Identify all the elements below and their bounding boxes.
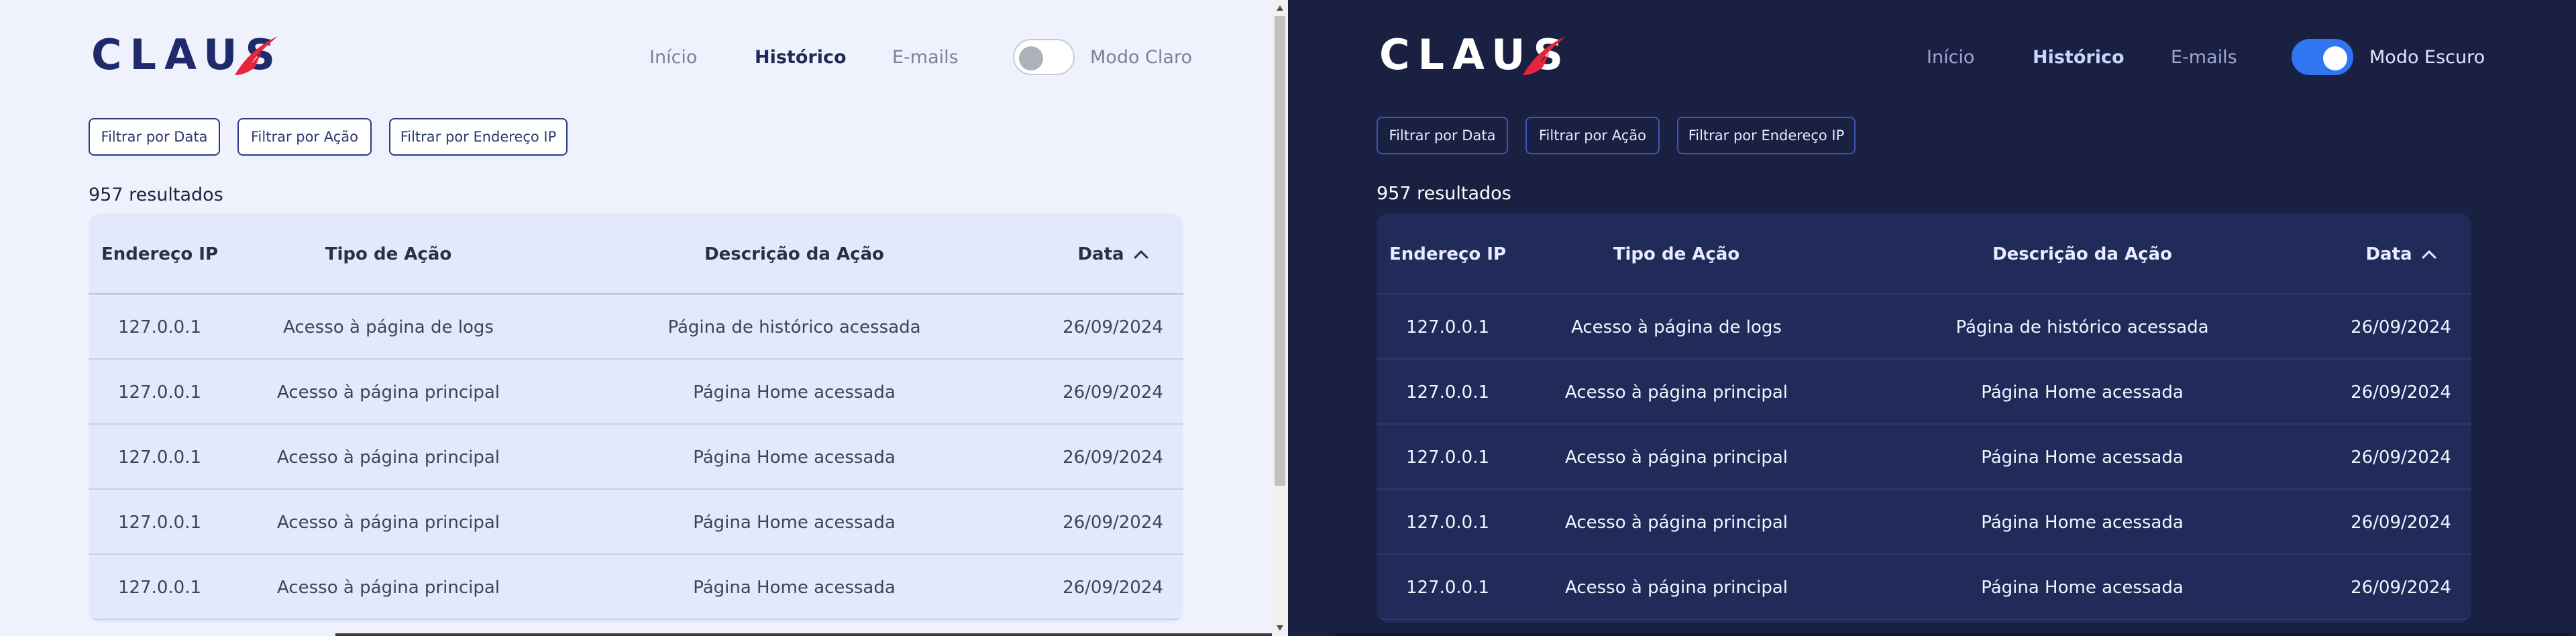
- cell-ip: 127.0.0.1: [1405, 317, 1490, 337]
- cell-tipo: Acesso à página principal: [1565, 382, 1788, 403]
- cell-tipo: Acesso à página principal: [1565, 512, 1788, 533]
- header-ip[interactable]: Endereço IP: [89, 213, 231, 295]
- cell-tipo: Acesso à página principal: [277, 577, 500, 598]
- nav-inicio[interactable]: Início: [649, 44, 697, 71]
- cell-ip: 127.0.0.1: [117, 447, 202, 468]
- cell-ip: 127.0.0.1: [1405, 512, 1490, 533]
- header-desc[interactable]: Descrição da Ação: [546, 213, 1042, 295]
- cell-data: 26/09/2024: [2351, 382, 2451, 403]
- nav-inicio[interactable]: Início: [1927, 44, 1974, 71]
- table-header: Endereço IP Tipo de Ação Descrição da Aç…: [1377, 213, 2471, 295]
- scroll-up-icon[interactable]: [1275, 3, 1285, 13]
- cell-data: 26/09/2024: [2351, 577, 2451, 598]
- history-table: Endereço IP Tipo de Ação Descrição da Aç…: [1377, 213, 2471, 623]
- cell-desc: Página Home acessada: [1981, 447, 2184, 468]
- cell-tipo: Acesso à página principal: [277, 512, 500, 533]
- cell-tipo: Acesso à página de logs: [283, 317, 494, 337]
- table-row: 127.0.0.1 Acesso à página principal Página…: [1377, 555, 2471, 620]
- header-tipo[interactable]: Tipo de Ação: [1519, 213, 1834, 295]
- table-row: 127.0.0.1 Acesso à página principal Página…: [1377, 425, 2471, 490]
- theme-toggle[interactable]: [1013, 39, 1075, 75]
- cell-data: 26/09/2024: [2351, 447, 2451, 468]
- window-edge: [2569, 0, 2576, 636]
- cell-ip: 127.0.0.1: [1405, 382, 1490, 403]
- filter-by-ip-button[interactable]: Filtrar por Endereço IP: [389, 118, 568, 156]
- cell-desc: Página Home acessada: [693, 512, 896, 533]
- history-table: Endereço IP Tipo de Ação Descrição da Aç…: [89, 213, 1183, 623]
- results-count: 957 resultados: [1377, 183, 1511, 204]
- claus-logo[interactable]: CLAUS: [91, 30, 279, 81]
- header-ip[interactable]: Endereço IP: [1377, 213, 1519, 295]
- table-row: 127.0.0.1 Acesso à página de logs Página d…: [1377, 295, 2471, 360]
- scrollbar-thumb[interactable]: [1275, 16, 1285, 486]
- claus-logo[interactable]: CLAUS: [1379, 30, 1567, 81]
- horizontal-scrollbar[interactable]: [1335, 633, 2576, 636]
- theme-toggle-label: Modo Escuro: [2369, 47, 2485, 68]
- light-mode-panel: CLAUS Início Histórico E-mails Modo Clar…: [0, 0, 1288, 636]
- header-data[interactable]: Data: [2330, 213, 2471, 295]
- cell-ip: 127.0.0.1: [117, 382, 202, 403]
- results-count: 957 resultados: [89, 184, 223, 205]
- filter-by-date-button[interactable]: Filtrar por Data: [89, 118, 220, 156]
- toggle-knob: [2323, 46, 2347, 70]
- cell-tipo: Acesso à página principal: [1565, 447, 1788, 468]
- table-row: 127.0.0.1 Acesso à página principal Página…: [89, 360, 1183, 425]
- cell-desc: Página Home acessada: [693, 382, 896, 403]
- table-row: 127.0.0.1 Acesso à página principal Página…: [1377, 360, 2471, 425]
- table-row: 127.0.0.1 Acesso à página principal Página…: [89, 490, 1183, 555]
- table-row: 127.0.0.1 Acesso à página principal Página…: [89, 555, 1183, 620]
- cell-data: 26/09/2024: [1063, 317, 1163, 337]
- filter-by-ip-button[interactable]: Filtrar por Endereço IP: [1677, 117, 1856, 154]
- table-row: 127.0.0.1 Acesso à página principal Página…: [89, 425, 1183, 490]
- cell-ip: 127.0.0.1: [1405, 447, 1490, 468]
- cell-data: 26/09/2024: [1063, 577, 1163, 598]
- nav-emails[interactable]: E-mails: [892, 44, 959, 71]
- cell-tipo: Acesso à página principal: [1565, 577, 1788, 598]
- cell-desc: Página de histórico acessada: [667, 317, 921, 337]
- scroll-down-icon[interactable]: [1275, 623, 1285, 633]
- cell-tipo: Acesso à página principal: [277, 447, 500, 468]
- cell-desc: Página de histórico acessada: [1955, 317, 2209, 337]
- header-data[interactable]: Data: [1042, 213, 1183, 295]
- logo-swoosh-icon: [235, 36, 278, 75]
- vertical-scrollbar[interactable]: [1272, 0, 1288, 636]
- cell-desc: Página Home acessada: [693, 577, 896, 598]
- cell-data: 26/09/2024: [2351, 317, 2451, 337]
- table-row: 127.0.0.1 Acesso à página principal Página…: [1377, 490, 2471, 555]
- nav-historico[interactable]: Histórico: [755, 44, 847, 71]
- cell-tipo: Acesso à página de logs: [1571, 317, 1782, 337]
- cell-ip: 127.0.0.1: [117, 317, 202, 337]
- cell-ip: 127.0.0.1: [117, 512, 202, 533]
- theme-toggle-label: Modo Claro: [1090, 47, 1192, 68]
- nav-emails[interactable]: E-mails: [2171, 44, 2237, 71]
- cell-ip: 127.0.0.1: [1405, 577, 1490, 598]
- header-desc[interactable]: Descrição da Ação: [1834, 213, 2330, 295]
- cell-desc: Página Home acessada: [693, 447, 896, 468]
- cell-tipo: Acesso à página principal: [277, 382, 500, 403]
- header-tipo[interactable]: Tipo de Ação: [231, 213, 546, 295]
- cell-desc: Página Home acessada: [1981, 577, 2184, 598]
- filter-by-action-button[interactable]: Filtrar por Ação: [1525, 117, 1660, 154]
- cell-desc: Página Home acessada: [1981, 512, 2184, 533]
- horizontal-scrollbar[interactable]: [335, 633, 1272, 636]
- cell-data: 26/09/2024: [2351, 512, 2451, 533]
- filter-by-action-button[interactable]: Filtrar por Ação: [237, 118, 372, 156]
- cell-ip: 127.0.0.1: [117, 577, 202, 598]
- toggle-knob: [1019, 46, 1043, 70]
- logo-swoosh-icon: [1523, 36, 1566, 75]
- table-header: Endereço IP Tipo de Ação Descrição da Aç…: [89, 213, 1183, 295]
- table-row: 127.0.0.1 Acesso à página de logs Página d…: [89, 295, 1183, 360]
- sort-ascending-icon: [2422, 250, 2436, 258]
- dark-mode-panel: CLAUS Início Histórico E-mails Modo Escu…: [1288, 0, 2576, 636]
- nav-historico[interactable]: Histórico: [2033, 44, 2125, 71]
- cell-data: 26/09/2024: [1063, 447, 1163, 468]
- theme-toggle[interactable]: [2292, 39, 2353, 75]
- cell-desc: Página Home acessada: [1981, 382, 2184, 403]
- filter-by-date-button[interactable]: Filtrar por Data: [1377, 117, 1508, 154]
- cell-data: 26/09/2024: [1063, 512, 1163, 533]
- sort-ascending-icon: [1134, 250, 1148, 258]
- cell-data: 26/09/2024: [1063, 382, 1163, 403]
